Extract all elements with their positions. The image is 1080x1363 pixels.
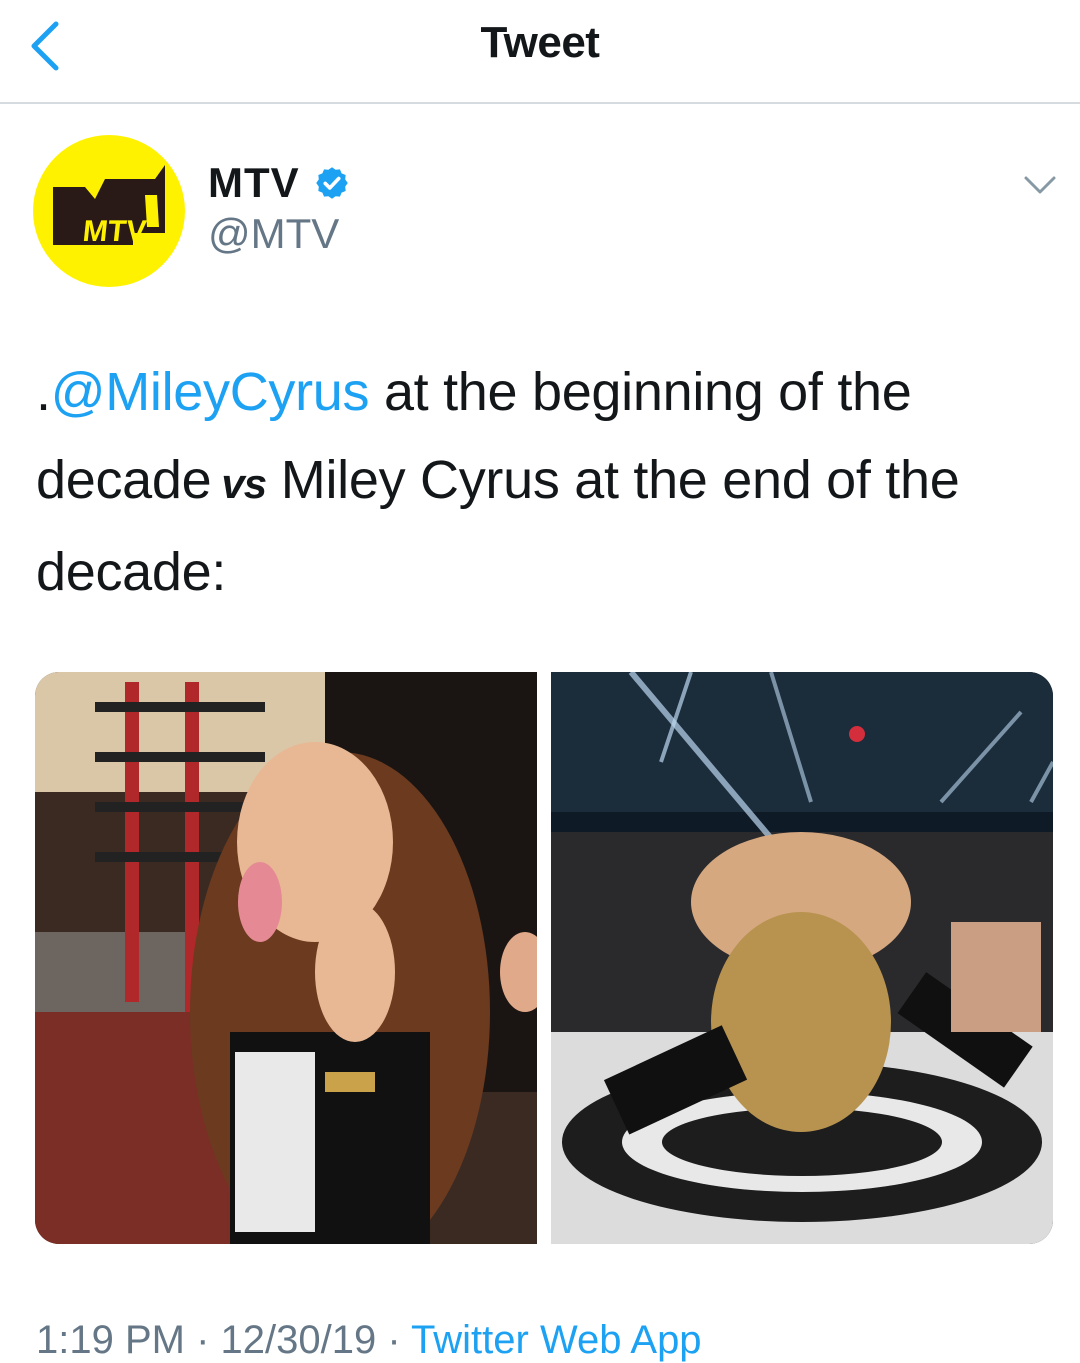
tweet-metadata: 1:19 PM · 12/30/19 · Twitter Web App [36,1318,702,1363]
author-name-row: MTV [208,156,350,210]
tweet-text: .@MileyCyrus at the beginning of the dec… [36,348,1036,616]
tweet-text-prefix: . [36,362,51,422]
tweet-media-grid [35,672,1053,1244]
photo-left-image [35,672,537,1244]
top-navigation-bar: Tweet [0,0,1080,104]
mention-link[interactable]: @MileyCyrus [51,362,370,422]
verified-badge-icon [315,167,348,199]
svg-text:MTV: MTV [81,215,148,248]
page-title: Tweet [480,18,600,67]
tweet-timestamp: 1:19 PM · 12/30/19 · [36,1318,412,1362]
photo-right-image [551,672,1053,1244]
author-handle[interactable]: @MTV [208,210,339,258]
tweet-photo-right[interactable] [551,672,1053,1244]
mtv-logo: MTV [53,165,165,248]
author-name[interactable]: MTV [208,159,300,207]
avatar[interactable]: MTV [33,135,185,287]
chevron-down-icon[interactable] [1022,170,1058,198]
tweet-text-vs: vs [221,460,267,507]
tweet-source-link[interactable]: Twitter Web App [411,1318,702,1362]
tweet-photo-left[interactable] [35,672,537,1244]
